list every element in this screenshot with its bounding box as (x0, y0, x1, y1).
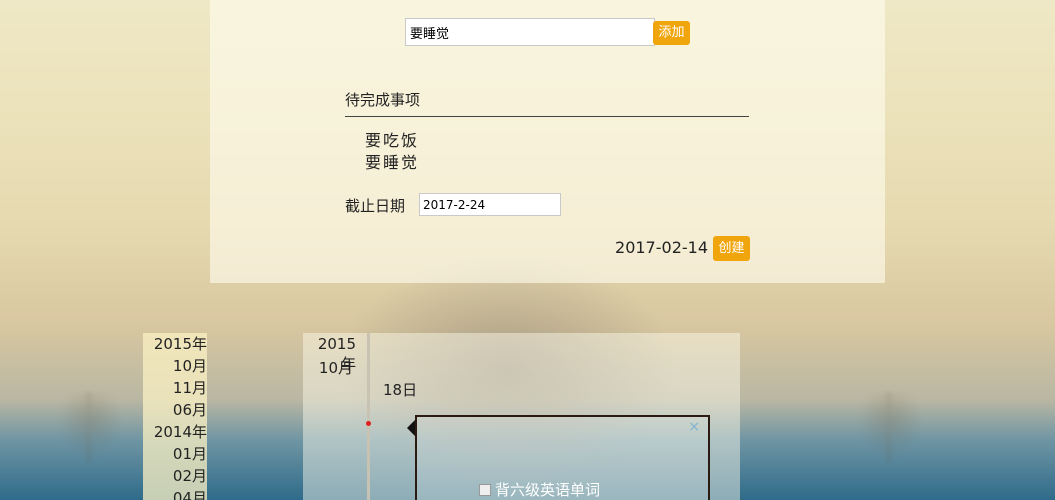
todo-input[interactable] (405, 18, 655, 46)
list-item[interactable]: 要吃饭 (365, 130, 419, 152)
deadline-input[interactable] (419, 193, 561, 216)
archive-year[interactable]: 2014年 (143, 421, 207, 443)
archive-list: 2015年 10月 11月 06月 2014年 01月 02月 04月 (143, 333, 207, 500)
background-sailboat-right (855, 392, 925, 462)
timeline-axis (367, 333, 370, 500)
task-item: 背六级英语单词 (479, 479, 600, 500)
archive-month[interactable]: 11月 (143, 377, 207, 399)
divider (345, 116, 749, 117)
pending-title: 待完成事项 (345, 91, 421, 109)
archive-month[interactable]: 10月 (143, 355, 207, 377)
timeline-day: 18日 (383, 381, 418, 399)
archive-month[interactable]: 06月 (143, 399, 207, 421)
timeline-card: × 背六级英语单词 (415, 415, 710, 500)
todo-panel: 添加 待完成事项 要吃饭 要睡觉 截止日期 2017-02-14 创建 (210, 0, 885, 283)
deadline-label: 截止日期 (345, 197, 406, 215)
timeline-panel: 2015年 10月 18日 × 背六级英语单词 (303, 333, 740, 500)
timeline-month: 10月 (318, 359, 353, 377)
task-checkbox[interactable] (479, 483, 491, 496)
todo-list: 要吃饭 要睡觉 (365, 130, 419, 174)
timeline-dot (366, 421, 371, 426)
archive-month[interactable]: 01月 (143, 443, 207, 465)
current-date: 2017-02-14 (615, 238, 708, 257)
create-button[interactable]: 创建 (713, 236, 750, 261)
archive-month[interactable]: 04月 (143, 487, 207, 500)
archive-month[interactable]: 02月 (143, 465, 207, 487)
archive-year[interactable]: 2015年 (143, 333, 207, 355)
close-icon[interactable]: × (688, 419, 700, 435)
task-label: 背六级英语单词 (495, 481, 601, 499)
add-button[interactable]: 添加 (653, 21, 690, 45)
list-item[interactable]: 要睡觉 (365, 152, 419, 174)
background-sailboat-left (55, 392, 125, 462)
